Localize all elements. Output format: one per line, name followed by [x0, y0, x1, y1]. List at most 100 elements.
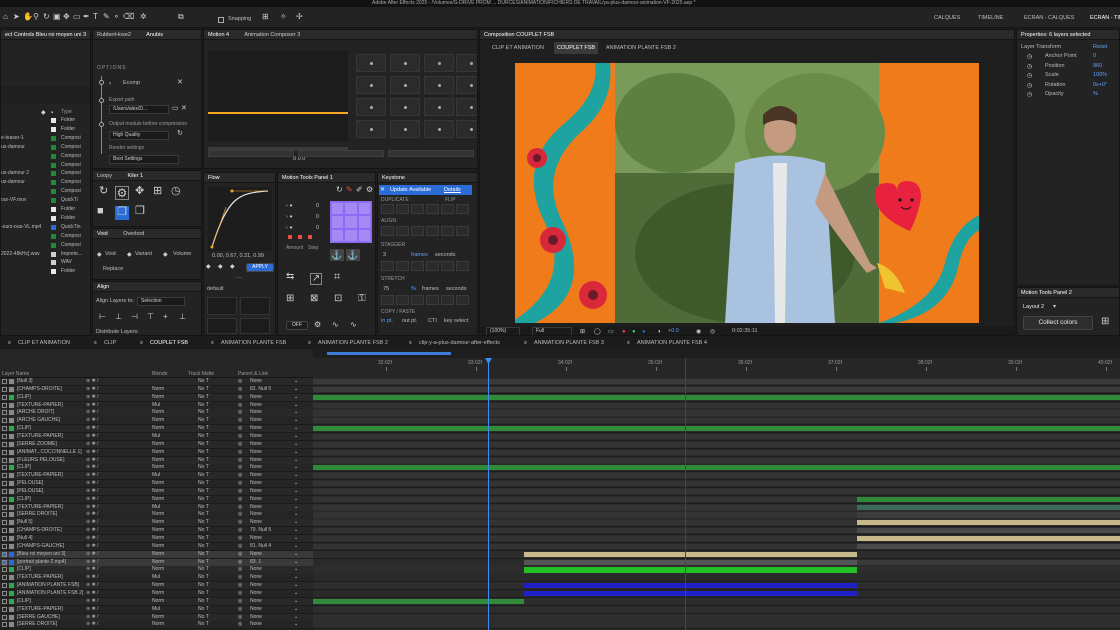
motion4-preset-button[interactable]	[356, 98, 386, 116]
layer-duration-bar[interactable]	[313, 614, 1120, 620]
tab-close-icon[interactable]: ≡	[140, 339, 143, 347]
hand-tool-icon[interactable]: ✋	[23, 13, 33, 21]
parent-pickwhip-icon[interactable]: ◎	[238, 504, 242, 511]
layer-visibility-toggle[interactable]	[2, 543, 7, 549]
keystone-action-button[interactable]	[381, 261, 394, 271]
layer-parent[interactable]: None	[250, 402, 262, 409]
keystone-action-button[interactable]	[396, 261, 409, 271]
layer-blend-mode[interactable]: Norm	[152, 496, 164, 503]
layer-parent[interactable]: None	[250, 417, 262, 424]
layer-visibility-toggle[interactable]	[2, 426, 7, 432]
layer-blend-mode[interactable]: Norm	[152, 559, 164, 566]
chevron-down-icon[interactable]: ⌄	[294, 425, 298, 432]
layer-track-matte[interactable]: No T	[198, 417, 209, 424]
layer-blend-mode[interactable]: Norm	[152, 519, 164, 526]
layer-visibility-toggle[interactable]	[2, 512, 7, 518]
layer-switches[interactable]: ⊕ ✱ /	[86, 449, 99, 456]
key-select-option[interactable]: key select	[444, 318, 468, 325]
layer-label-color[interactable]	[9, 457, 14, 463]
motion4-preset-button[interactable]	[356, 54, 386, 72]
parent-pickwhip-icon[interactable]: ◎	[238, 402, 242, 409]
parent-pickwhip-icon[interactable]: ◎	[238, 621, 242, 628]
layer-label-color[interactable]	[9, 622, 14, 628]
chevron-down-icon[interactable]: ⌄	[294, 409, 298, 416]
wave-icon[interactable]: ∿	[350, 321, 357, 329]
layer-duration-bar[interactable]	[313, 481, 1120, 487]
replace-label[interactable]: Replace	[103, 266, 123, 273]
gear-icon[interactable]: ⚙	[314, 321, 321, 329]
layer-track-matte[interactable]: No T	[198, 551, 209, 558]
chevron-down-icon[interactable]: ⌄	[294, 574, 298, 581]
layer-visibility-toggle[interactable]	[2, 551, 7, 557]
layer-switches[interactable]: ⊕ ✱ /	[86, 504, 99, 511]
keystone-action-button[interactable]	[381, 204, 394, 214]
mt-color-dot[interactable]	[298, 235, 302, 239]
keystone-action-button[interactable]	[396, 226, 409, 236]
layer-parent[interactable]: None	[250, 535, 262, 542]
keystone-action-button[interactable]	[441, 204, 454, 214]
parent-pickwhip-icon[interactable]: ◎	[238, 457, 242, 464]
volume-option[interactable]: Volume	[173, 251, 191, 258]
layer-track-matte[interactable]: No T	[198, 614, 209, 621]
parent-pickwhip-icon[interactable]: ◎	[238, 590, 242, 597]
layer-switches[interactable]: ⊕ ✱ /	[86, 606, 99, 613]
layer-parent[interactable]: None	[250, 425, 262, 432]
layer-blend-mode[interactable]: Norm	[152, 511, 164, 518]
stretch-value[interactable]: 75	[383, 286, 389, 293]
chevron-down-icon[interactable]: ⌄	[294, 551, 298, 558]
flow-preset[interactable]: default	[207, 286, 224, 293]
layer-parent[interactable]: None	[250, 496, 262, 503]
layer-duration-bar[interactable]	[313, 504, 857, 510]
project-item[interactable]: -ours-ouo-VL.mp4 QuickTin	[1, 224, 90, 232]
tag-icon[interactable]: ◆	[41, 109, 46, 117]
layer-duration-bar[interactable]	[313, 598, 524, 604]
layer-track-matte[interactable]: No T	[198, 496, 209, 503]
chevron-down-icon[interactable]: ⌄	[294, 386, 298, 393]
chevron-down-icon[interactable]: ⌄	[294, 621, 298, 628]
keystone-action-button[interactable]	[411, 261, 424, 271]
timeline-tab[interactable]: ANIMATION PLANTE FSB 3	[534, 337, 604, 349]
chevron-down-icon[interactable]: ⌄	[294, 402, 298, 409]
layer-visibility-toggle[interactable]	[2, 386, 7, 392]
color-icon[interactable]: ●	[632, 328, 636, 335]
layer-visibility-toggle[interactable]	[2, 394, 7, 400]
parent-pickwhip-icon[interactable]: ◎	[238, 417, 242, 424]
layer-blend-mode[interactable]: Norm	[152, 464, 164, 471]
tab-loopy[interactable]: Loopy	[97, 173, 112, 179]
layer-duration-bar[interactable]	[857, 559, 1120, 565]
layer-switches[interactable]: ⊕ ✱ /	[86, 511, 99, 518]
layout-dropdown[interactable]: Layout 2	[1023, 304, 1044, 311]
layer-label-color[interactable]	[9, 379, 14, 384]
motion4-preset-button[interactable]	[390, 120, 420, 138]
keystone-action-button[interactable]	[426, 226, 439, 236]
layer-parent[interactable]: None	[250, 606, 262, 613]
layers-icon[interactable]: ❐	[115, 206, 129, 220]
layer-parent[interactable]: 81. Null 4	[250, 543, 271, 550]
layer-parent[interactable]: None	[250, 551, 262, 558]
project-item[interactable]: WAV	[1, 259, 90, 267]
keystone-action-button[interactable]	[441, 295, 454, 305]
timeline-tab[interactable]: CLIP ET ANIMATION	[18, 337, 70, 349]
layer-switches[interactable]: ⊕ ✱ /	[86, 472, 99, 479]
layer-duration-bar[interactable]	[857, 512, 1120, 518]
layer-blend-mode[interactable]: Mul	[152, 574, 160, 581]
workspace-ecran-calques[interactable]: ECRAN - CALQUES	[1024, 12, 1074, 24]
layer-duration-bar[interactable]	[313, 457, 1120, 463]
layer-parent[interactable]: None	[250, 464, 262, 471]
volume-option-icon[interactable]: ◆	[163, 251, 168, 259]
layer-duration-bar[interactable]	[313, 394, 1120, 400]
layer-parent[interactable]: None	[250, 378, 262, 385]
layer-visibility-toggle[interactable]	[2, 433, 7, 439]
flow-icon[interactable]: ◆	[206, 263, 211, 271]
layer-label-color[interactable]	[9, 551, 14, 557]
layer-blend-mode[interactable]: Norm	[152, 543, 164, 550]
layer-duration-bar[interactable]	[857, 528, 1120, 534]
project-item[interactable]: Composi	[1, 242, 90, 250]
layer-visibility-toggle[interactable]	[2, 402, 7, 408]
copy-icon[interactable]: ❐	[135, 206, 145, 217]
layer-label-color[interactable]	[9, 575, 14, 581]
parent-pickwhip-icon[interactable]: ◎	[238, 496, 242, 503]
layer-blend-mode[interactable]: Norm	[152, 551, 164, 558]
layer-visibility-toggle[interactable]	[2, 481, 7, 487]
layer-track-matte[interactable]: No T	[198, 472, 209, 479]
